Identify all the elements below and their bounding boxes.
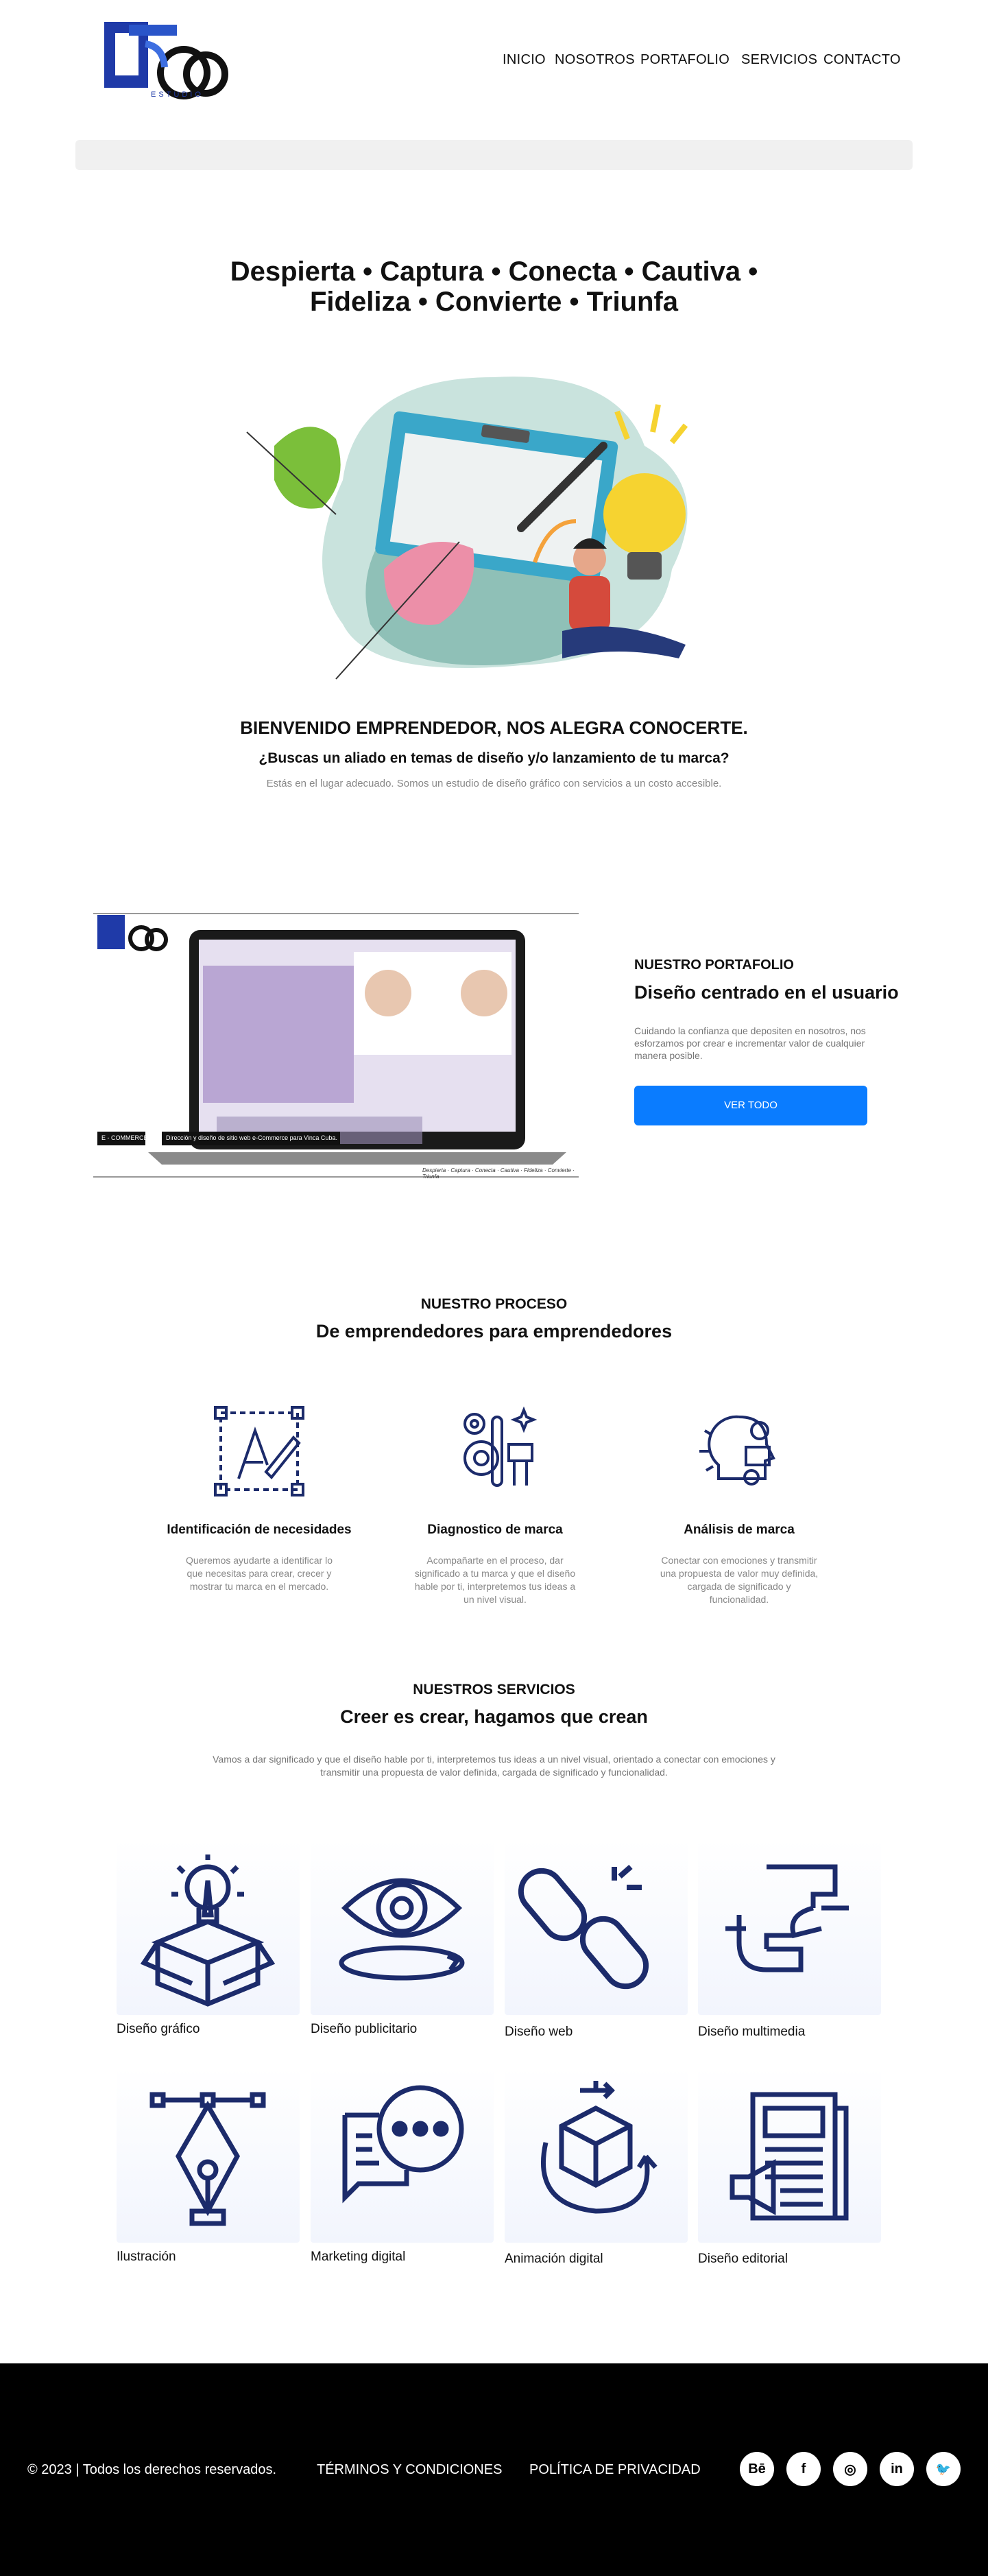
service-label: Diseño web — [505, 2025, 573, 2039]
link-icon — [518, 1864, 649, 1990]
service-card-animacion[interactable] — [505, 2067, 688, 2243]
welcome-question: ¿Buscas un aliado en temas de diseño y/o… — [258, 750, 730, 766]
top-bar[interactable] — [75, 140, 913, 170]
copyright-text: © 2023 | Todos los derechos reservados. — [27, 2462, 277, 2477]
service-label: Animación digital — [505, 2252, 603, 2266]
services-kicker: NUESTROS SERVICIOS — [413, 1682, 575, 1697]
terms-link[interactable]: TÉRMINOS Y CONDICIONES — [317, 2462, 502, 2478]
portfolio-kicker: NUESTRO PORTAFOLIO — [634, 957, 794, 973]
instagram-icon[interactable]: ◎ — [833, 2452, 867, 2486]
design-pen-icon — [211, 1403, 307, 1499]
frame-hands-icon — [725, 1864, 849, 1972]
process-kicker: NUESTRO PROCESO — [420, 1296, 568, 1312]
service-label: Ilustración — [117, 2250, 176, 2264]
service-label: Diseño publicitario — [311, 2022, 418, 2036]
portfolio-caption: Dirección y diseño de sitio web e-Commer… — [166, 1134, 337, 1141]
process-step-title: Análisis de marca — [684, 1523, 795, 1537]
service-label: Marketing digital — [311, 2250, 406, 2264]
welcome-text: Estás en el lugar adecuado. Somos un est… — [266, 778, 722, 789]
privacy-link[interactable]: POLÍTICA DE PRIVACIDAD — [529, 2462, 701, 2478]
pen-tool-icon — [149, 2092, 266, 2226]
service-card-marketing[interactable] — [311, 2067, 494, 2243]
service-card-publicitario[interactable] — [311, 1839, 494, 2015]
portfolio-signature: Despierta · Captura · Conecta · Cautiva … — [422, 1167, 575, 1180]
main-nav: INICIO NOSOTROS PORTAFOLIO SERVICIOS CON… — [0, 52, 988, 73]
process-step-text: Conectar con emociones y transmitir una … — [660, 1555, 819, 1605]
service-card-web[interactable] — [505, 1839, 688, 2015]
service-card-grafico[interactable] — [117, 1839, 300, 2015]
chat-bubbles-icon — [342, 2085, 464, 2204]
service-card-ilustracion[interactable] — [117, 2067, 300, 2243]
behance-icon[interactable]: Bē — [740, 2452, 774, 2486]
process-step-title: Identificación de necesidades — [167, 1523, 352, 1537]
service-card-editorial[interactable] — [698, 2067, 881, 2243]
service-label: Diseño multimedia — [698, 2025, 806, 2039]
portfolio-desc: Cuidando la confianza que depositen en n… — [634, 1025, 866, 1061]
eye-icon — [339, 1878, 465, 1981]
hero-title: Despierta • Captura • Conecta • Cautiva … — [230, 257, 758, 317]
portfolio-title: Diseño centrado en el usuario — [634, 982, 899, 1003]
nav-contacto[interactable]: CONTACTO — [823, 52, 901, 68]
process-step-title: Diagnostico de marca — [427, 1523, 563, 1537]
services-title: Creer es crear, hagamos que crean — [340, 1706, 648, 1727]
brand-tools-icon — [447, 1403, 543, 1499]
service-label: Diseño editorial — [698, 2252, 788, 2266]
nav-portafolio[interactable]: PORTAFOLIO — [640, 52, 730, 68]
process-step-text: Acompañarte en el proceso, dar significa… — [414, 1555, 576, 1605]
view-all-button[interactable]: VER TODO — [634, 1086, 867, 1125]
logo-text: ESTUDIO — [151, 91, 204, 99]
portfolio-image[interactable]: E - COMMERCE Dirección y diseño de sitio… — [93, 911, 579, 1180]
nav-nosotros[interactable]: NOSOTROS — [555, 52, 635, 68]
nav-inicio[interactable]: INICIO — [503, 52, 546, 68]
service-card-multimedia[interactable] — [698, 1839, 881, 2015]
twitter-icon[interactable]: 🐦 — [926, 2452, 961, 2486]
idea-box-icon — [140, 1855, 276, 2007]
hero-illustration — [233, 363, 754, 693]
services-desc: Vamos a dar significado y que el diseño … — [213, 1754, 775, 1778]
service-label: Diseño gráfico — [117, 2022, 200, 2036]
linkedin-icon[interactable]: in — [880, 2452, 914, 2486]
process-title: De emprendedores para emprendedores — [315, 1321, 673, 1341]
portfolio-tag: E - COMMERCE — [101, 1134, 148, 1141]
creative-mind-icon — [691, 1403, 787, 1499]
nav-servicios[interactable]: SERVICIOS — [741, 52, 817, 68]
facebook-icon[interactable]: f — [786, 2452, 821, 2486]
process-step-text: Queremos ayudarte a identificar lo que n… — [186, 1555, 333, 1592]
3d-cube-icon — [541, 2081, 658, 2214]
welcome-heading: BIENVENIDO EMPRENDEDOR, NOS ALEGRA CONOC… — [240, 717, 748, 738]
newspaper-icon — [730, 2092, 849, 2221]
